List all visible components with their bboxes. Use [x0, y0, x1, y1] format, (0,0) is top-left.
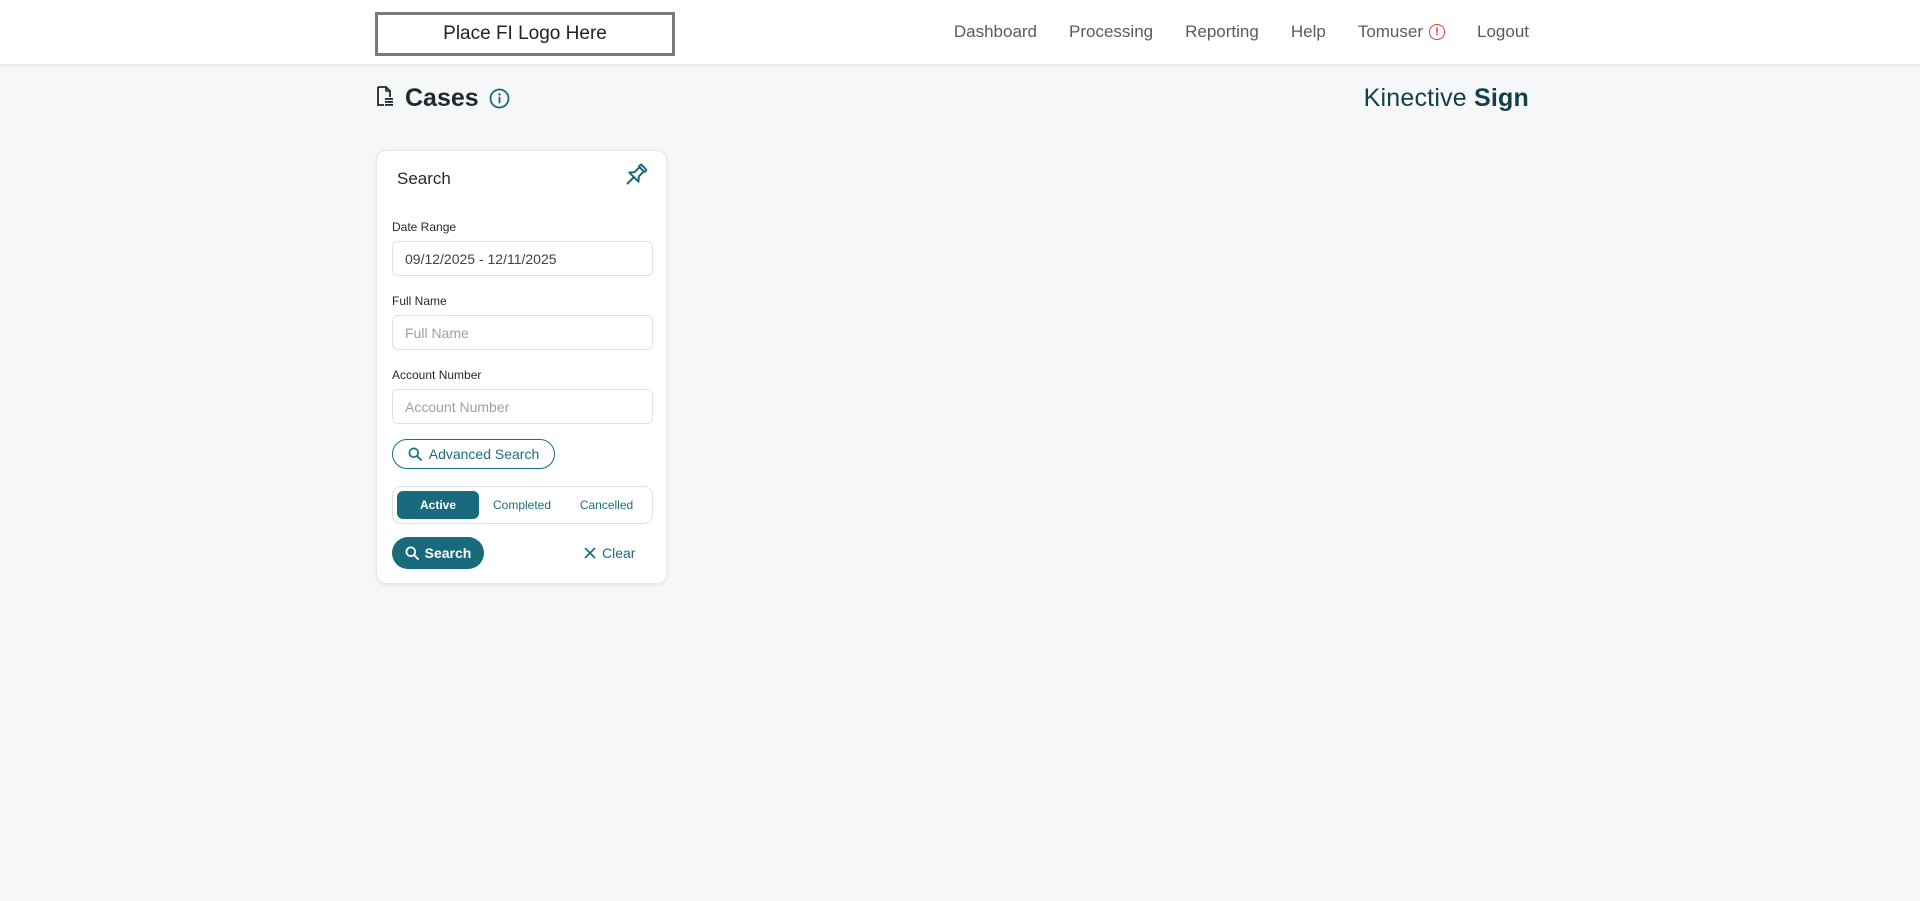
user-name: Tomuser [1357, 22, 1423, 41]
status-active-tab[interactable]: Active [397, 491, 479, 519]
search-button[interactable]: Search [392, 537, 484, 569]
status-cancelled-tab[interactable]: Cancelled [565, 491, 648, 519]
brand-logo: Kinective Sign [1364, 84, 1529, 113]
nav-dashboard[interactable]: Dashboard [954, 22, 1037, 42]
account-number-label: Account Number [392, 368, 482, 382]
search-panel-title: Search [397, 169, 451, 188]
nav-help[interactable]: Help [1291, 22, 1326, 42]
clear-button[interactable]: Clear [584, 537, 635, 569]
logo-placeholder[interactable]: Place FI Logo Here [375, 12, 675, 56]
brand-name-bold: Sign [1474, 84, 1529, 112]
search-panel: Search Date Range Full Name Account Numb… [376, 150, 667, 584]
nav-reporting[interactable]: Reporting [1185, 22, 1259, 42]
status-completed-tab[interactable]: Completed [479, 491, 565, 519]
search-icon [408, 447, 422, 461]
full-name-input[interactable] [392, 315, 653, 350]
advanced-search-button[interactable]: Advanced Search [392, 439, 555, 469]
top-navbar: Place FI Logo Here Dashboard Processing … [0, 0, 1920, 64]
exclamation-circle-icon: ! [1429, 24, 1445, 40]
pin-icon[interactable] [622, 161, 650, 189]
brand-name-light: Kinective [1363, 84, 1475, 112]
search-icon [405, 546, 419, 560]
page-title: Cases [405, 83, 479, 112]
nav-processing[interactable]: Processing [1069, 22, 1153, 42]
page-header: Cases [375, 82, 510, 114]
date-range-label: Date Range [392, 220, 457, 234]
full-name-label: Full Name [392, 294, 447, 308]
clear-button-label: Clear [602, 545, 636, 561]
document-list-icon [375, 85, 395, 112]
close-icon [584, 547, 596, 559]
status-filter: Active Completed Cancelled [392, 486, 653, 524]
info-circle-icon[interactable] [489, 88, 510, 109]
advanced-search-label: Advanced Search [428, 446, 540, 462]
nav-logout[interactable]: Logout [1477, 22, 1529, 42]
main-nav: Dashboard Processing Reporting Help Tomu… [954, 0, 1529, 64]
account-number-input[interactable] [392, 389, 653, 424]
search-button-label: Search [424, 545, 472, 561]
nav-user-menu[interactable]: Tomuser ! [1358, 22, 1445, 42]
date-range-input[interactable] [392, 241, 653, 276]
